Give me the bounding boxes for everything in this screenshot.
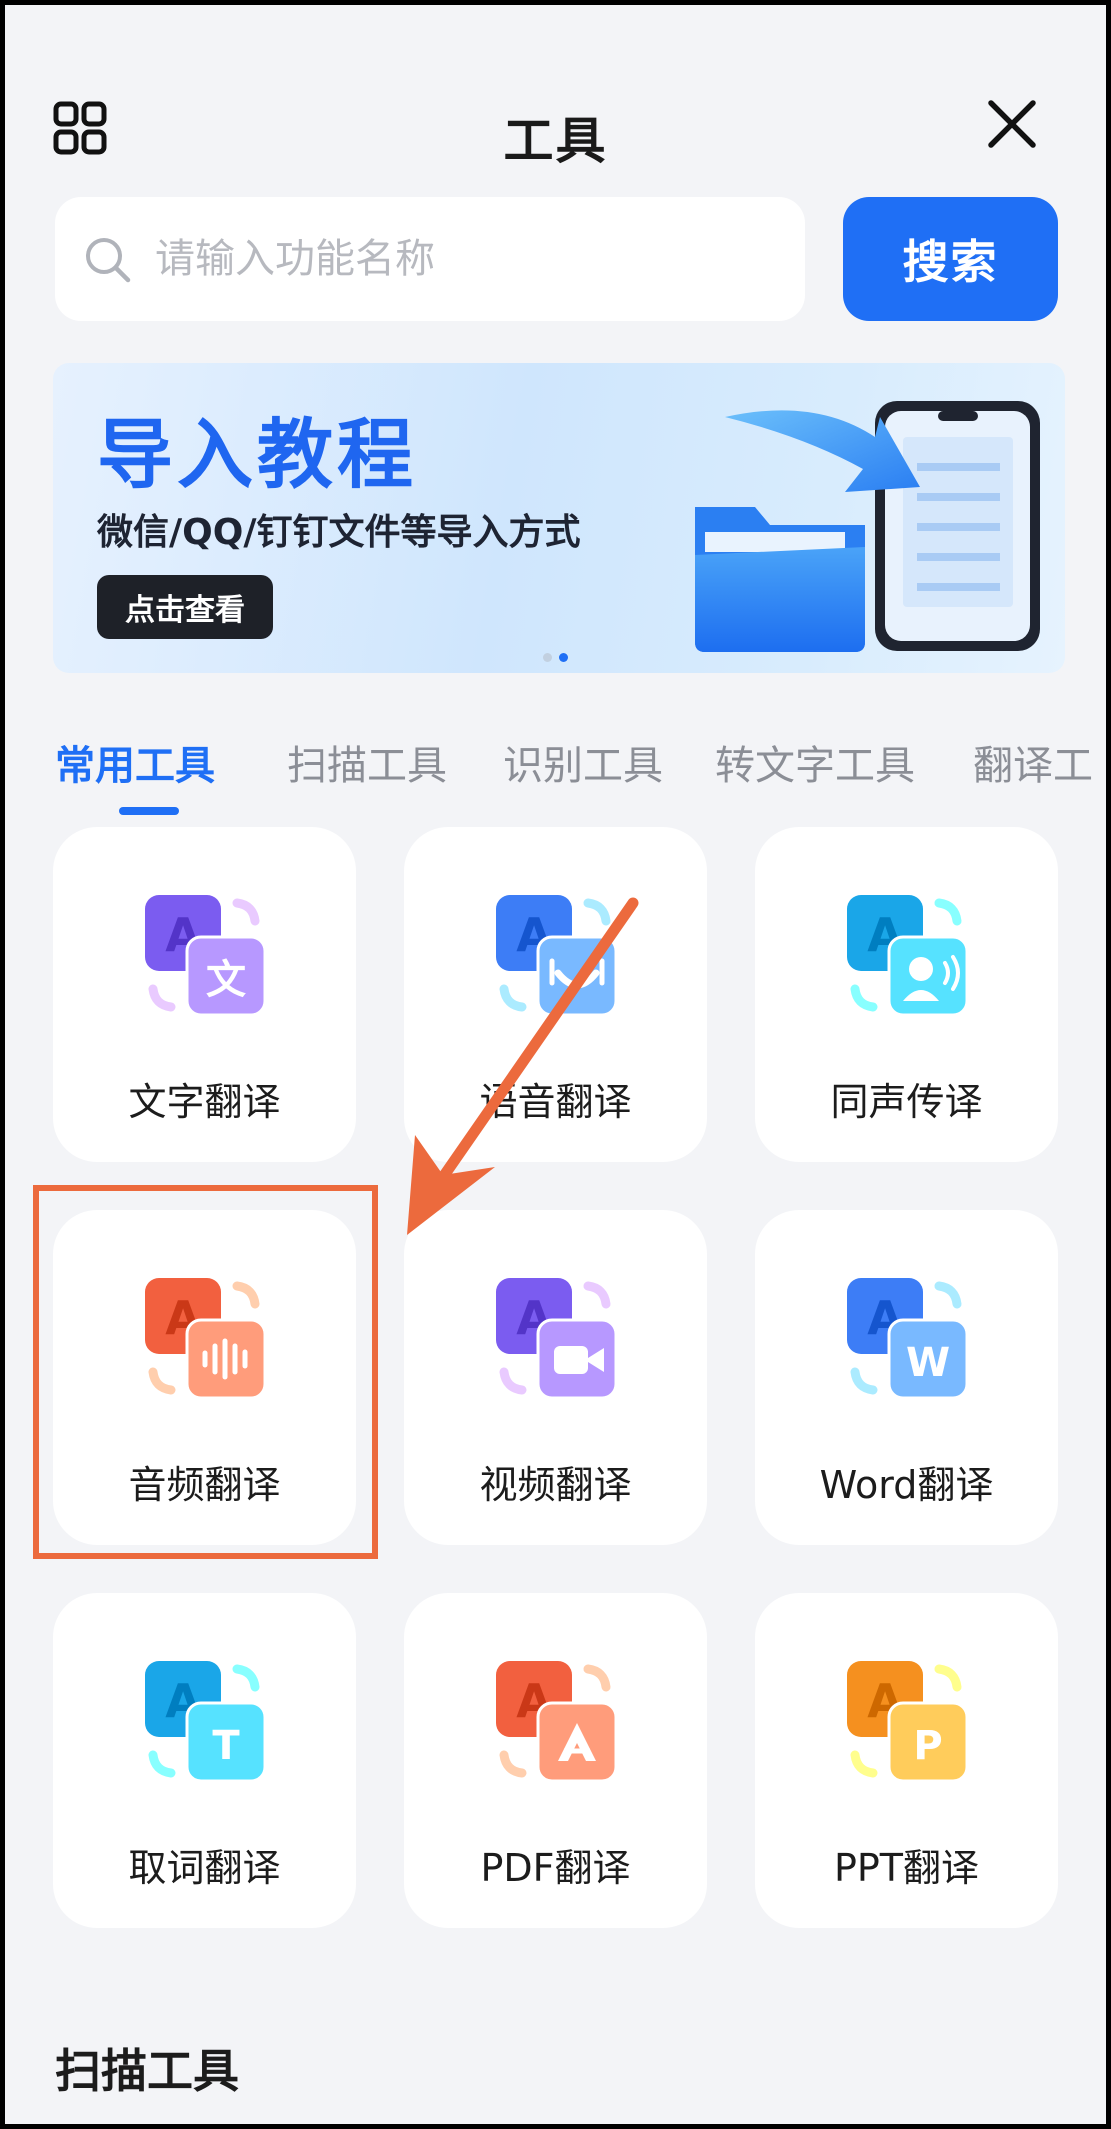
search-input[interactable] [155, 227, 775, 291]
tab-common-tools[interactable]: 常用工具 [55, 733, 215, 791]
svg-text:P: P [913, 1723, 942, 1769]
import-tutorial-banner[interactable]: 导入教程 微信/QQ/钉钉文件等导入方式 点击查看 [53, 363, 1065, 673]
tool-label: 视频翻译 [479, 1463, 632, 1507]
tab-to-text-tools[interactable]: 转文字工具 [715, 733, 915, 791]
pager-dot[interactable] [543, 653, 552, 662]
tool-label: 取词翻译 [128, 1846, 281, 1890]
header: 工具 [5, 5, 1106, 185]
annotation-arrow-icon [407, 897, 639, 1235]
close-icon[interactable] [985, 97, 1039, 151]
search-icon [86, 238, 131, 283]
search-button[interactable]: 搜索 [843, 197, 1058, 321]
annotation-highlight-box [33, 1185, 378, 1559]
tool-label: PDF翻译 [480, 1846, 631, 1890]
tab-scan-tools[interactable]: 扫描工具 [287, 733, 447, 791]
tool-card-ppt-translate[interactable]: AP PPT翻译 [755, 1593, 1058, 1928]
phone-folder-illustration-icon [695, 401, 1040, 652]
svg-text:W: W [906, 1340, 950, 1386]
tool-card-pdf-translate[interactable]: A PDF翻译 [404, 1593, 707, 1928]
tool-card-text-translate[interactable]: A文 文字翻译 [53, 827, 356, 1162]
active-tab-indicator [119, 807, 179, 815]
tab-translate-tools[interactable]: 翻译工 [973, 733, 1093, 791]
tool-card-video-translate[interactable]: A 视频翻译 [404, 1210, 707, 1545]
banner-subtitle: 微信/QQ/钉钉文件等导入方式 [97, 512, 581, 553]
video-translate-icon: A [496, 1278, 618, 1400]
word-pick-translate-icon: AT [145, 1661, 267, 1783]
banner-title: 导入教程 [97, 410, 417, 499]
view-tutorial-button[interactable]: 点击查看 [97, 575, 273, 639]
tool-label: PPT翻译 [833, 1846, 980, 1890]
section-title-scan-tools: 扫描工具 [55, 2044, 239, 2098]
text-translate-icon: A文 [145, 895, 267, 1017]
tool-label: 文字翻译 [128, 1080, 281, 1124]
tool-card-word-translate[interactable]: AW Word翻译 [755, 1210, 1058, 1545]
tool-category-tabs: 常用工具 扫描工具 识别工具 转文字工具 翻译工 [55, 733, 1106, 823]
ppt-translate-icon: AP [847, 1661, 969, 1783]
tab-recognition-tools[interactable]: 识别工具 [503, 733, 663, 791]
pager-dot-active[interactable] [559, 653, 568, 662]
tool-card-word-pick-translate[interactable]: AT 取词翻译 [53, 1593, 356, 1928]
page-title: 工具 [503, 112, 608, 170]
word-translate-icon: AW [847, 1278, 969, 1400]
app-screen: 工具 搜索 导入教程 微信/QQ/钉钉文件等导入方式 点击查看 [5, 5, 1106, 2124]
tool-label: 同声传译 [830, 1080, 983, 1124]
tool-card-simultaneous-interpret[interactable]: A 同声传译 [755, 827, 1058, 1162]
tool-label: Word翻译 [819, 1463, 994, 1507]
banner-pager-dots[interactable] [543, 653, 583, 663]
svg-text:文: 文 [206, 957, 246, 1003]
search-box[interactable] [55, 197, 805, 321]
svg-text:T: T [212, 1723, 240, 1769]
pdf-translate-icon: A [496, 1661, 618, 1783]
simultaneous-interpret-icon: A [847, 895, 969, 1017]
